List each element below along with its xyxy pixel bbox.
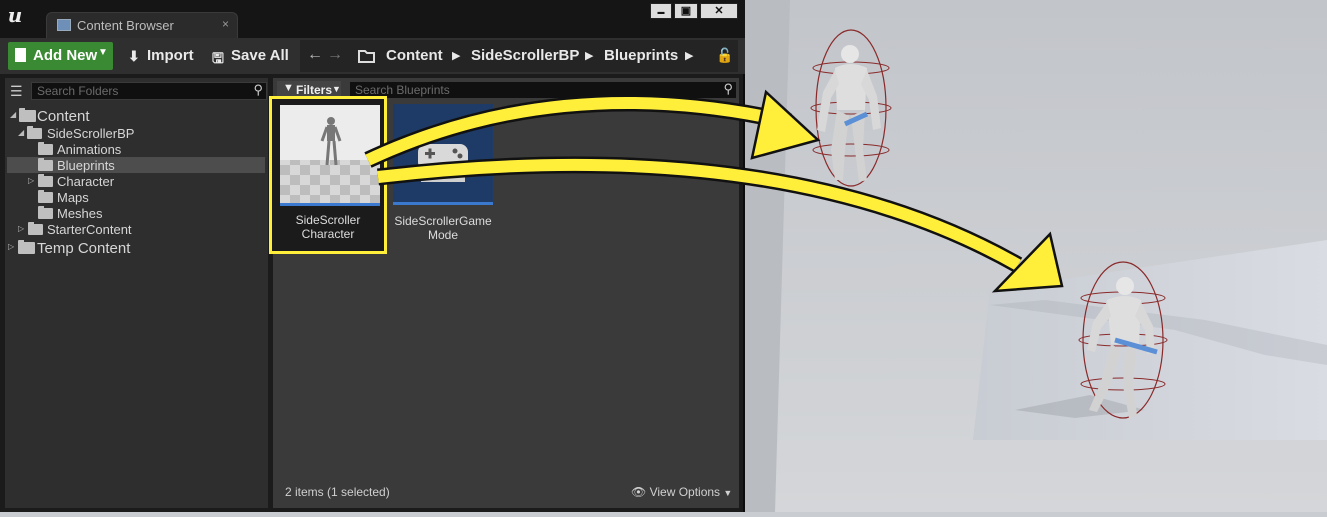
- drag-arrow-lower-icon: [377, 156, 1064, 293]
- drag-arrow-upper-icon: [364, 89, 821, 168]
- drag-arrows-overlay: [364, 89, 1064, 293]
